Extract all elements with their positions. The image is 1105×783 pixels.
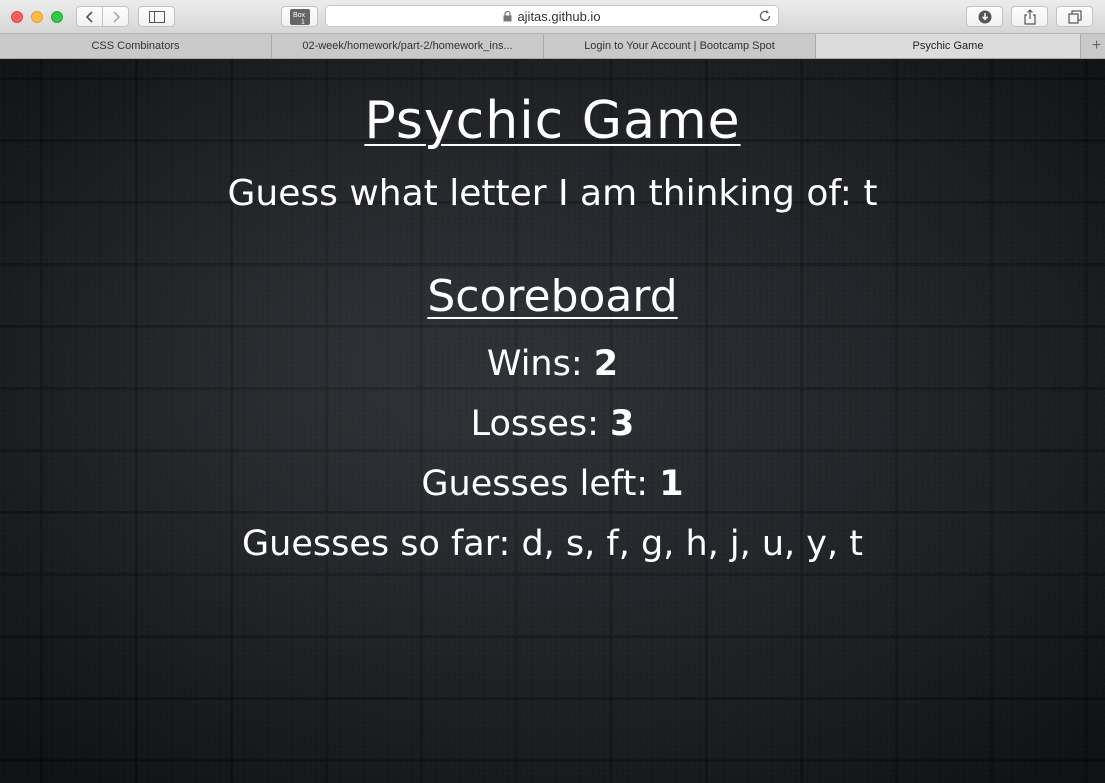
svg-text:1: 1 [301, 19, 305, 25]
tab-overview-button[interactable] [1056, 6, 1093, 27]
losses-label: Losses: [470, 404, 611, 444]
wins-value: 2 [593, 344, 619, 384]
wins-stat: Wins: 2 [0, 344, 1105, 384]
browser-toolbar: Box 1 ajitas.github.io [0, 0, 1105, 34]
guesses-left-stat: Guesses left: 1 [0, 464, 1105, 504]
tab-label: Psychic Game [912, 40, 984, 52]
guesses-so-far-value: d, s, f, g, h, j, u, y, t [521, 524, 863, 564]
tab-psychic-game[interactable]: Psychic Game [816, 34, 1081, 58]
prompt-letter: t [863, 173, 878, 214]
share-icon [1023, 8, 1036, 25]
guesses-left-value: 1 [659, 464, 684, 504]
reload-button[interactable] [758, 9, 772, 23]
extension-button[interactable]: Box 1 [281, 6, 318, 27]
navigation-buttons [76, 6, 129, 27]
box-icon: Box1 [289, 8, 310, 25]
new-tab-button[interactable]: + [1088, 34, 1105, 58]
back-button[interactable] [77, 7, 102, 26]
tabs-overview-icon [1067, 9, 1082, 24]
close-window-button[interactable] [11, 11, 23, 23]
reload-icon [759, 10, 771, 22]
losses-value: 3 [610, 404, 635, 444]
maximize-window-button[interactable] [51, 11, 63, 23]
guesses-so-far-label: Guesses so far: [242, 524, 522, 564]
sidebar-icon [148, 10, 165, 23]
losses-stat: Losses: 3 [0, 404, 1105, 444]
forward-button[interactable] [102, 7, 128, 26]
guesses-so-far-stat: Guesses so far: d, s, f, g, h, j, u, y, … [0, 524, 1105, 564]
tab-css-combinators[interactable]: CSS Combinators [0, 34, 272, 58]
download-icon [978, 10, 991, 23]
sidebar-button[interactable] [138, 6, 175, 27]
prompt-label: Guess what letter I am thinking of: [227, 173, 864, 214]
minimize-window-button[interactable] [31, 11, 43, 23]
url-text: ajitas.github.io [517, 8, 601, 24]
downloads-button[interactable] [966, 6, 1003, 27]
prompt-line: Guess what letter I am thinking of: t [0, 173, 1105, 214]
share-button[interactable] [1011, 6, 1048, 27]
chevron-right-icon [112, 10, 120, 23]
page-content: Psychic Game Guess what letter I am thin… [0, 59, 1105, 783]
tab-label: 02-week/homework/part-2/homework_ins... [302, 40, 513, 52]
tab-bar: CSS Combinators 02-week/homework/part-2/… [0, 34, 1105, 59]
scoreboard-title: Scoreboard [427, 271, 678, 322]
address-bar[interactable]: ajitas.github.io [325, 5, 779, 27]
tab-label: CSS Combinators [91, 40, 180, 52]
tab-label: Login to Your Account | Bootcamp Spot [584, 40, 775, 52]
svg-text:Box: Box [293, 12, 306, 19]
guesses-left-label: Guesses left: [421, 464, 660, 504]
tab-bootcamp-spot-login[interactable]: Login to Your Account | Bootcamp Spot [544, 34, 816, 58]
tab-homework-instructions[interactable]: 02-week/homework/part-2/homework_ins... [272, 34, 544, 58]
chevron-left-icon [85, 10, 93, 23]
page-title: Psychic Game [364, 91, 741, 151]
wins-label: Wins: [486, 344, 594, 384]
lock-icon [503, 10, 512, 22]
